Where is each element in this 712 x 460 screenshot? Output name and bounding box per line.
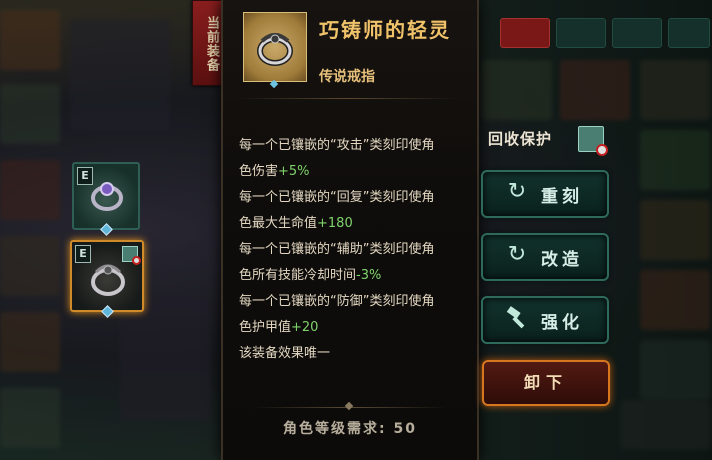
enhance-button[interactable]: 强化: [481, 296, 609, 344]
effect-line: 色护甲值+20: [239, 320, 319, 335]
effect-line: 每一个已镶嵌的“防御”类刻印使角: [239, 294, 435, 309]
effect-line: 每一个已镶嵌的“辅助”类刻印使角: [239, 242, 435, 257]
tab[interactable]: [612, 18, 662, 48]
equipment-slot-ring-selected[interactable]: E: [70, 240, 144, 318]
effect-line: 每一个已镶嵌的“回复”类刻印使角: [239, 190, 435, 205]
divider: [237, 98, 459, 99]
effect-line: 色所有技能冷却时间-3%: [239, 268, 382, 283]
level-requirement: 角色等级需求: 50: [283, 421, 417, 437]
ring-icon: [91, 182, 123, 211]
unequip-button[interactable]: 卸下: [482, 360, 610, 406]
tab[interactable]: [556, 18, 606, 48]
effect-line: 该装备效果唯一: [239, 346, 331, 361]
effect-line: 每一个已镶嵌的“攻击”类刻印使角: [239, 138, 435, 153]
item-name: 巧铸师的轻灵: [319, 18, 451, 42]
enhance-label: 强化: [541, 313, 583, 333]
recycle-protection-toggle[interactable]: [578, 126, 608, 156]
refresh-icon: ↻: [507, 242, 527, 267]
reforge-label: 重刻: [541, 187, 583, 207]
tab[interactable]: [668, 18, 710, 48]
item-tooltip-panel: 巧铸师的轻灵 传说戒指 每一个已镶嵌的“攻击”类刻印使角 色伤害+5% 每一个已…: [221, 0, 479, 460]
tab-active[interactable]: [500, 18, 550, 48]
ring-icon: [257, 33, 293, 66]
divider-ornament: [344, 401, 354, 411]
modify-label: 改造: [541, 250, 583, 270]
modify-button[interactable]: ↻ 改造: [481, 233, 609, 281]
item-effects: 每一个已镶嵌的“攻击”类刻印使角 色伤害+5% 每一个已镶嵌的“回复”类刻印使角…: [239, 133, 467, 367]
equipment-slot-ring[interactable]: E: [72, 162, 140, 236]
reforge-button[interactable]: ↻ 重刻: [481, 170, 609, 218]
hammer-icon: [505, 306, 529, 330]
refresh-icon: ↻: [507, 179, 527, 204]
item-type: 传说戒指: [319, 69, 375, 85]
effect-line: 色伤害+5%: [239, 164, 310, 179]
effect-line: 色最大生命值+180: [239, 216, 353, 231]
ring-icon: [91, 264, 125, 296]
prohibited-icon: [596, 144, 608, 156]
recycle-protection-label: 回收保护: [488, 130, 553, 148]
item-icon-frame: [243, 12, 307, 82]
current-equipment-tag: 当前装备: [192, 0, 222, 86]
unequip-label: 卸下: [523, 373, 568, 392]
